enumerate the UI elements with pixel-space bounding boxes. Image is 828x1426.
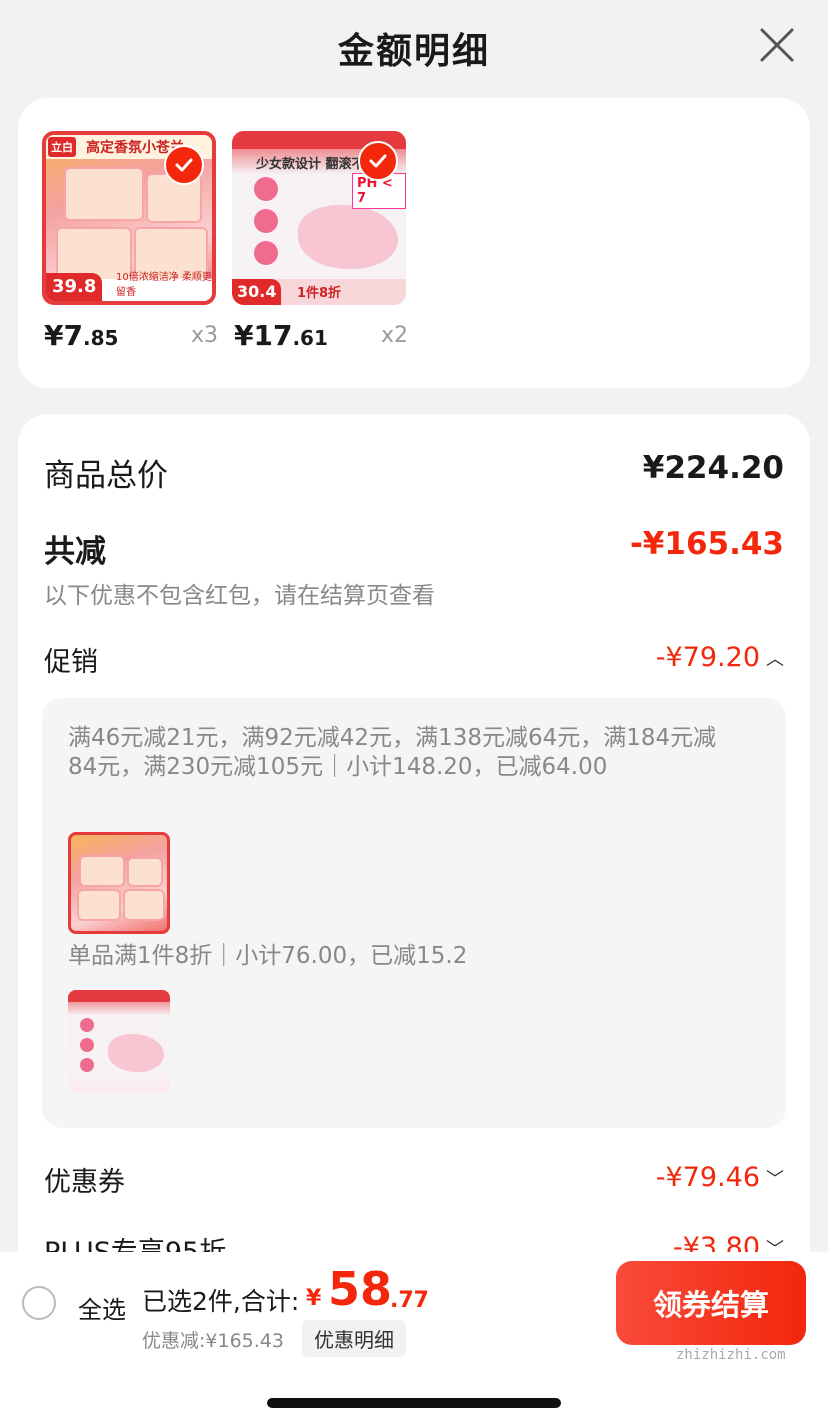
promo-detail-box: 满46元减21元，满92元减42元，满138元减64元，满184元减84元，满2… — [42, 698, 786, 1128]
select-all-radio[interactable] — [22, 1286, 56, 1320]
saved-amount: 优惠减:¥165.43 — [142, 1330, 284, 1352]
watermark: zhizhizhi.com — [676, 1347, 786, 1363]
price-tag: 30.4 — [232, 279, 282, 305]
home-indicator — [267, 1398, 561, 1408]
selected-summary: 已选2件,合计: — [142, 1287, 300, 1316]
promo-product-image — [68, 990, 170, 1092]
checkout-bar: 全选 已选2件,合计: ¥ 58 .77 优惠减:¥165.43 优惠明细 领券… — [0, 1252, 828, 1426]
products-card: 立白 高定香氛小苍兰 10倍浓缩洁净 柔顺更留香 39.8 ¥7.85 x3 少… — [18, 98, 810, 388]
header: 金额明细 — [0, 0, 828, 92]
discount-detail-link[interactable]: 优惠明细 — [302, 1320, 406, 1357]
chevron-down-icon: ﹀ — [766, 1168, 784, 1190]
close-button[interactable] — [756, 24, 798, 66]
discount-hint: 以下优惠不包含红包，请在结算页查看 — [44, 583, 435, 609]
reduced-value: -¥165.43 — [629, 526, 784, 562]
coupon-label: 优惠券 — [44, 1167, 125, 1198]
promo-rule-single-item: 单品满1件8折｜小计76.00，已减15.2 — [68, 943, 468, 969]
promo-value: -¥79.20 — [655, 642, 760, 673]
product-footer-text: 10倍浓缩洁净 柔顺更留香 — [116, 272, 212, 298]
page-title: 金额明细 — [337, 31, 490, 72]
goods-total-label: 商品总价 — [44, 458, 168, 494]
price-tag: 39.8 — [46, 273, 103, 301]
total-currency: ¥ — [306, 1286, 322, 1311]
promo-label: 促销 — [44, 647, 98, 678]
product-quantity: x2 — [380, 323, 408, 348]
promo-product-image — [68, 832, 170, 934]
product-price: ¥17.61 — [234, 319, 328, 352]
product-price: ¥7.85 — [44, 319, 119, 352]
promo-rule-full-reduction: 满46元减21元，满92元减42元，满138元减64元，满184元减84元，满2… — [68, 725, 717, 780]
promo-toggle[interactable]: -¥79.20 ︿ — [656, 642, 784, 673]
reduced-label: 共减 — [44, 534, 106, 570]
checkout-button[interactable]: 领券结算 — [616, 1261, 806, 1345]
product-banner-text: 少女款设计 翻滚不 — [256, 157, 365, 172]
chevron-up-icon: ︿ — [766, 648, 784, 670]
checked-icon[interactable] — [358, 141, 398, 181]
total-decimal: .77 — [390, 1288, 429, 1313]
product-image[interactable]: 立白 高定香氛小苍兰 10倍浓缩洁净 柔顺更留香 39.8 — [42, 131, 216, 305]
close-icon — [760, 28, 794, 62]
amount-detail-sheet: 金额明细 立白 高定香氛小苍兰 10倍浓缩洁净 柔顺更留香 39.8 ¥7.85… — [0, 0, 828, 1426]
select-all-label[interactable]: 全选 — [78, 1290, 126, 1325]
goods-total-value: ¥224.20 — [642, 450, 784, 486]
product-item[interactable]: 少女款设计 翻滚不 PH < 7 1件8折 30.4 ¥17.61 x2 — [232, 131, 408, 352]
coupon-toggle[interactable]: -¥79.46 ﹀ — [656, 1162, 784, 1193]
product-quantity: x3 — [190, 323, 218, 348]
product-item[interactable]: 立白 高定香氛小苍兰 10倍浓缩洁净 柔顺更留香 39.8 ¥7.85 x3 — [42, 131, 218, 352]
checked-icon[interactable] — [164, 145, 204, 185]
product-image[interactable]: 少女款设计 翻滚不 PH < 7 1件8折 30.4 — [232, 131, 406, 305]
total-integer: 58 — [328, 1262, 393, 1316]
coupon-value: -¥79.46 — [655, 1162, 760, 1193]
brand-logo: 立白 — [48, 137, 76, 157]
